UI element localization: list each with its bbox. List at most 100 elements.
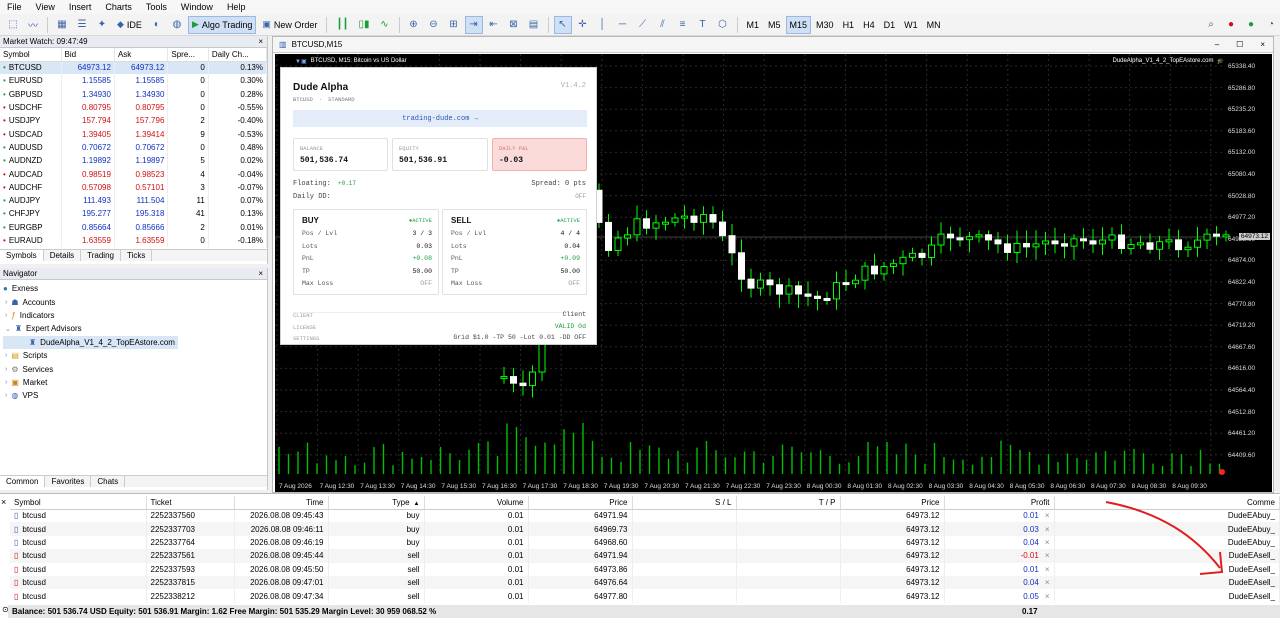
timeframe-d1[interactable]: D1 bbox=[880, 16, 900, 34]
chart-tab-title[interactable]: BTCUSD,M15 bbox=[292, 40, 343, 49]
algo-trading-button[interactable]: ▶ Algo Trading bbox=[187, 15, 257, 34]
timeframe-m1[interactable]: M1 bbox=[743, 16, 764, 34]
tab-chats[interactable]: Chats bbox=[91, 476, 126, 487]
close-position-icon[interactable]: × bbox=[1045, 592, 1050, 601]
position-row[interactable]: ▯ btcusd 2252337703 2026.08.08 09:46:11 buy 0… bbox=[10, 522, 1280, 536]
navigator-item[interactable]: ♜ DudeAlpha_V1_4_2_TopEAstore.com bbox=[3, 335, 178, 349]
column-header[interactable]: Symbol bbox=[10, 496, 147, 510]
tile-windows-icon[interactable]: ⊞ bbox=[445, 16, 463, 34]
close-icon[interactable]: × bbox=[1, 497, 6, 507]
chevron-right-icon[interactable]: › bbox=[5, 366, 7, 373]
close-icon[interactable]: × bbox=[1254, 40, 1273, 49]
symbol-row[interactable]: • EURGBP 0.85664 0.85666 2 0.01% bbox=[0, 220, 268, 234]
vps-icon[interactable]: ◍ bbox=[168, 16, 186, 34]
chevron-down-icon[interactable]: ⌄ bbox=[5, 325, 11, 333]
symbol-row[interactable]: • USDCAD 1.39405 1.39414 9 -0.53% bbox=[0, 127, 268, 141]
column-header[interactable]: Price bbox=[528, 496, 633, 510]
close-position-icon[interactable]: × bbox=[1045, 565, 1050, 574]
notifications-icon[interactable]: ● bbox=[1222, 16, 1240, 34]
horizontal-line-icon[interactable]: ─ bbox=[614, 16, 632, 34]
ea-hat-icon[interactable]: 🎓 bbox=[1217, 58, 1224, 65]
candle-chart-icon[interactable]: ▯▮ bbox=[354, 16, 373, 34]
indicators-icon[interactable]: ⊠ bbox=[505, 16, 523, 34]
chevron-right-icon[interactable]: › bbox=[5, 379, 7, 386]
tab-ticks[interactable]: Ticks bbox=[121, 250, 153, 261]
symbol-row[interactable]: • EURAUD 1.63559 1.63559 0 -0.18% bbox=[0, 233, 268, 248]
templates-icon[interactable]: ▤ bbox=[525, 16, 543, 34]
symbol-row[interactable]: • AUDCHF 0.57098 0.57101 3 -0.07% bbox=[0, 180, 268, 194]
ea-website-link[interactable]: trading-dude.com → bbox=[293, 110, 587, 127]
column-header[interactable]: Spre... bbox=[167, 48, 209, 62]
text-icon[interactable]: T bbox=[694, 16, 712, 34]
account-icon[interactable]: ● bbox=[1242, 16, 1260, 34]
menu-view[interactable]: View bbox=[29, 2, 62, 12]
symbol-row[interactable]: • USDJPY 157.794 157.796 2 -0.40% bbox=[0, 114, 268, 128]
chevron-right-icon[interactable]: › bbox=[5, 352, 7, 359]
zoom-in-icon[interactable]: ⊕ bbox=[405, 16, 423, 34]
column-header[interactable]: Ticket bbox=[146, 496, 235, 510]
menu-file[interactable]: File bbox=[0, 2, 29, 12]
timeframe-m30[interactable]: M30 bbox=[812, 16, 838, 34]
navigator-item[interactable]: › ⚙ Services bbox=[3, 362, 264, 375]
symbol-row[interactable]: • CHFJPY 195.277 195.318 41 0.13% bbox=[0, 207, 268, 221]
shapes-icon[interactable]: ⬡ bbox=[714, 16, 732, 34]
chevron-right-icon[interactable]: › bbox=[5, 312, 7, 319]
position-row[interactable]: ▯ btcusd 2252337815 2026.08.08 09:47:01 sell… bbox=[10, 575, 1280, 590]
chart-shift-icon[interactable]: ⇤ bbox=[485, 16, 503, 34]
symbol-row[interactable]: • BTCUSD 64973.12 64973.12 0 0.13% bbox=[0, 61, 268, 75]
navigator-icon[interactable]: ✦ bbox=[93, 16, 111, 34]
navigator-item[interactable]: ⌄ ♜ Expert Advisors bbox=[3, 322, 264, 335]
maximize-icon[interactable]: ☐ bbox=[1230, 40, 1249, 49]
tab-trading[interactable]: Trading bbox=[81, 250, 121, 261]
bar-chart-icon[interactable]: ┃┃ bbox=[332, 16, 352, 34]
chevron-right-icon[interactable]: › bbox=[5, 299, 7, 306]
strategy-tester-icon[interactable]: ◐ bbox=[148, 16, 166, 34]
menu-window[interactable]: Window bbox=[174, 2, 220, 12]
trendline-icon[interactable]: ⟋ bbox=[634, 16, 652, 34]
new-chart-icon[interactable]: ⬚ bbox=[4, 16, 22, 34]
position-row[interactable]: ▯ btcusd 2252337764 2026.08.08 09:46:19 buy 0… bbox=[10, 535, 1280, 550]
tab-symbols[interactable]: Symbols bbox=[0, 250, 44, 261]
navigator-item[interactable]: ● Exness bbox=[3, 282, 264, 295]
position-row[interactable]: ▯ btcusd 2252338212 2026.08.08 09:47:34 sell… bbox=[10, 589, 1280, 603]
menu-insert[interactable]: Insert bbox=[62, 2, 99, 12]
fibonacci-icon[interactable]: ≡ bbox=[674, 16, 692, 34]
timeframe-m5[interactable]: M5 bbox=[764, 16, 785, 34]
timeframe-m15[interactable]: M15 bbox=[785, 15, 812, 34]
menu-help[interactable]: Help bbox=[220, 2, 253, 12]
signals-icon[interactable]: ◔ bbox=[1262, 16, 1280, 34]
navigator-item[interactable]: › ▣ Market bbox=[3, 376, 264, 389]
timeframe-h4[interactable]: H4 bbox=[859, 16, 879, 34]
column-header[interactable]: Volume bbox=[424, 496, 529, 510]
search-icon[interactable]: ⌕ bbox=[1202, 16, 1220, 34]
vertical-line-icon[interactable]: │ bbox=[594, 16, 612, 34]
tab-common[interactable]: Common bbox=[0, 476, 46, 487]
timeframe-w1[interactable]: W1 bbox=[900, 16, 922, 34]
column-header[interactable]: Time bbox=[234, 496, 329, 510]
navigator-item[interactable]: › ▤ Scripts bbox=[3, 349, 264, 362]
symbol-row[interactable]: • GBPUSD 1.34930 1.34930 0 0.28% bbox=[0, 87, 268, 101]
symbol-row[interactable]: • AUDUSD 0.70672 0.70672 0 0.48% bbox=[0, 140, 268, 155]
symbol-row[interactable]: • EURUSD 1.15585 1.15585 0 0.30% bbox=[0, 74, 268, 88]
chart-type-icon[interactable]: 〰 bbox=[24, 16, 42, 34]
column-header[interactable]: Type ▲ bbox=[328, 496, 425, 510]
symbol-row[interactable]: • AUDJPY 111.493 111.504 11 0.07% bbox=[0, 193, 268, 208]
tab-details[interactable]: Details bbox=[44, 250, 82, 261]
column-header[interactable]: S / L bbox=[632, 496, 737, 510]
line-chart-icon[interactable]: ∿ bbox=[376, 16, 394, 34]
auto-scroll-icon[interactable]: ⇥ bbox=[464, 15, 483, 34]
timeframe-h1[interactable]: H1 bbox=[839, 16, 859, 34]
close-position-icon[interactable]: × bbox=[1045, 578, 1050, 587]
market-watch-icon[interactable]: ☰ bbox=[73, 16, 91, 34]
position-row[interactable]: ▯ btcusd 2252337561 2026.08.08 09:45:44 sell… bbox=[10, 549, 1280, 563]
chevron-right-icon[interactable]: › bbox=[5, 392, 7, 399]
close-icon[interactable]: × bbox=[258, 269, 263, 278]
close-icon[interactable]: × bbox=[258, 37, 263, 46]
column-header[interactable]: Price bbox=[840, 496, 945, 510]
navigator-item[interactable]: › ◍ VPS bbox=[3, 389, 264, 402]
column-header[interactable]: Symbol bbox=[0, 48, 62, 62]
column-header[interactable]: Daily Ch... bbox=[208, 48, 268, 62]
minimize-icon[interactable]: – bbox=[1209, 40, 1225, 49]
column-header[interactable]: Ask bbox=[114, 48, 169, 62]
column-header[interactable]: Bid bbox=[61, 48, 115, 62]
